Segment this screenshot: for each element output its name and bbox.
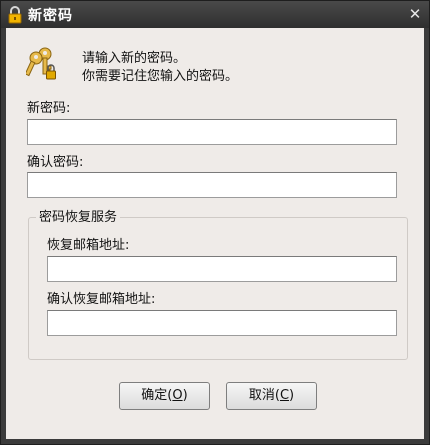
ok-suffix: ) <box>182 388 188 403</box>
new-password-label: 新密码: <box>27 101 71 116</box>
recovery-email-field[interactable] <box>47 256 397 282</box>
cancel-suffix: ) <box>289 388 295 403</box>
instruction-line-2: 你需要记住您输入的密码。 <box>82 69 239 84</box>
confirm-recovery-email-label: 确认恢复邮箱地址: <box>47 292 156 307</box>
ok-label: 确定( <box>141 388 173 403</box>
keys-icon <box>26 47 56 80</box>
confirm-recovery-email-field[interactable] <box>47 310 397 336</box>
close-button[interactable]: ✕ <box>407 6 423 22</box>
new-password-dialog: 新密码 ✕ 请输入新的密码。 你需要记住您输入的密码。 新密码: 确认密码: 密… <box>0 0 430 445</box>
ok-mnemonic: O <box>172 388 183 403</box>
confirm-password-label: 确认密码: <box>27 155 84 170</box>
close-icon: ✕ <box>408 5 422 23</box>
cancel-label: 取消( <box>248 388 280 403</box>
window-title: 新密码 <box>28 8 73 24</box>
new-password-field[interactable] <box>27 119 397 145</box>
cancel-button[interactable]: 取消(C) <box>226 382 317 410</box>
title-bar[interactable]: 新密码 ✕ <box>1 1 429 28</box>
recovery-group-title: 密码恢复服务 <box>36 206 121 225</box>
ok-button[interactable]: 确定(O) <box>119 382 210 410</box>
lock-icon <box>8 6 22 24</box>
cancel-mnemonic: C <box>279 388 290 403</box>
dialog-body: 请输入新的密码。 你需要记住您输入的密码。 新密码: 确认密码: 密码恢复服务 … <box>6 28 424 439</box>
confirm-password-field[interactable] <box>27 172 397 198</box>
instruction-line-1: 请输入新的密码。 <box>82 51 187 66</box>
recovery-email-label: 恢复邮箱地址: <box>47 238 130 253</box>
instruction-message: 请输入新的密码。 你需要记住您输入的密码。 <box>82 50 238 86</box>
